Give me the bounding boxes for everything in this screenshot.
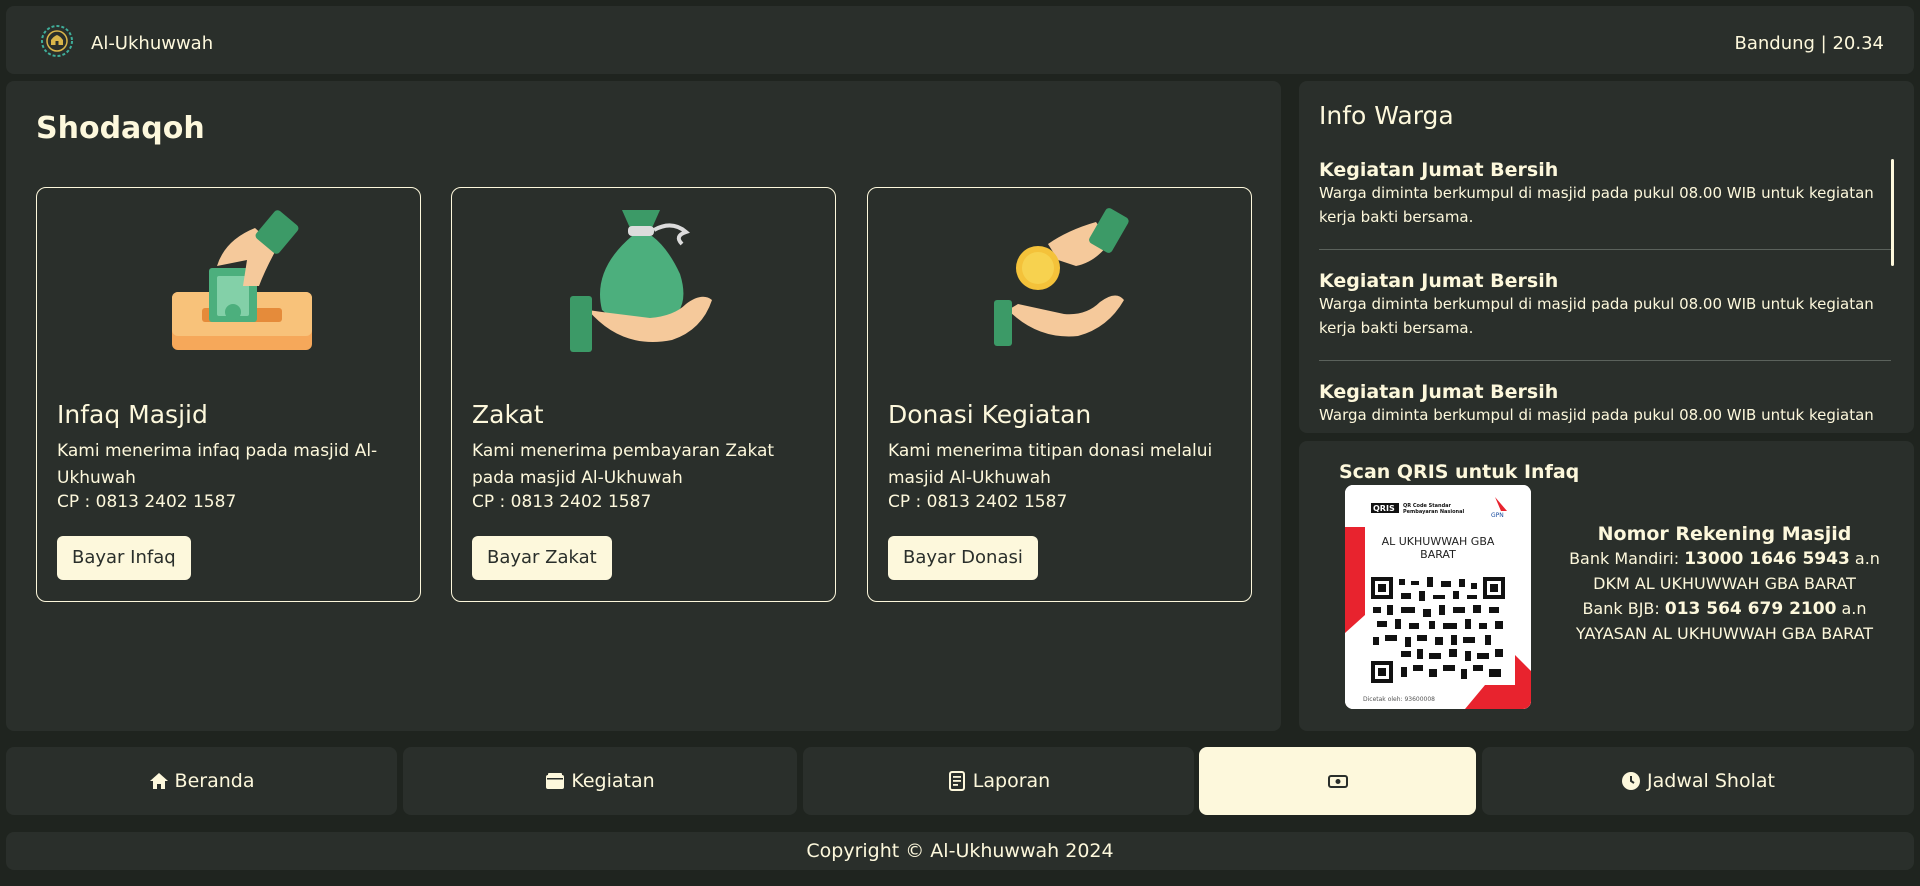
zakat-card: Zakat Kami menerima pembayaran Zakat pad… — [451, 187, 836, 602]
hand-box-money-icon — [172, 210, 312, 350]
donasi-card: Donasi Kegiatan Kami menerima titipan do… — [867, 187, 1252, 602]
nav-shodaqoh[interactable] — [1199, 747, 1476, 815]
money-icon — [1327, 775, 1348, 788]
news-list[interactable]: Kegiatan Jumat Bersih Warga diminta berk… — [1319, 159, 1891, 429]
news-item: Kegiatan Jumat Bersih Warga diminta berk… — [1319, 270, 1891, 361]
info-warga-panel: Info Warga Kegiatan Jumat Bersih Warga d… — [1299, 81, 1914, 433]
top-bar: Al-Ukhuwwah Bandung | 20.34 — [6, 6, 1914, 74]
section-title: Shodaqoh — [36, 111, 205, 146]
bayar-zakat-button[interactable]: Bayar Zakat — [472, 536, 612, 580]
qris-label: Scan QRIS untuk Infaq — [1339, 461, 1580, 483]
news-title: Kegiatan Jumat Bersih — [1319, 381, 1559, 403]
svg-text:Dicetak oleh: 93600008: Dicetak oleh: 93600008 — [1363, 696, 1435, 703]
bjb-account-name: YAYASAN AL UKHUWWAH GBA BARAT — [1575, 624, 1874, 643]
nav-label: Laporan — [972, 770, 1051, 792]
svg-text:BARAT: BARAT — [1420, 548, 1456, 561]
report-icon — [948, 771, 965, 791]
info-title: Info Warga — [1319, 101, 1454, 130]
card-title: Zakat — [472, 400, 544, 429]
svg-text:AL UKHUWWAH GBA: AL UKHUWWAH GBA — [1382, 535, 1495, 548]
news-item: Kegiatan Jumat Bersih Warga diminta berk… — [1319, 381, 1891, 429]
news-title: Kegiatan Jumat Bersih — [1319, 270, 1559, 292]
mandiri-account-name: DKM AL UKHUWWAH GBA BARAT — [1593, 574, 1856, 593]
card-description: Kami menerima titipan donasi melalui mas… — [888, 441, 1213, 488]
news-description: Warga diminta berkumpul di masjid pada p… — [1319, 295, 1874, 337]
card-contact: CP : 0813 2402 1587 — [472, 492, 652, 512]
brand-name[interactable]: Al-Ukhuwwah — [91, 33, 213, 54]
nav-label: Kegiatan — [571, 770, 655, 792]
shodaqoh-section: Shodaqoh Infaq Masjid Kami menerima infa… — [6, 81, 1281, 731]
card-description: Kami menerima pembayaran Zakat pada masj… — [472, 441, 775, 488]
bjb-account: Bank BJB: 013 564 679 2100 a.n — [1582, 599, 1867, 619]
payment-panel: Scan QRIS untuk Infaq QRIS QR Code Stand… — [1299, 441, 1914, 731]
news-description: Warga diminta berkumpul di masjid pada p… — [1319, 184, 1874, 226]
bayar-donasi-button[interactable]: Bayar Donasi — [888, 536, 1038, 580]
news-title: Kegiatan Jumat Bersih — [1319, 159, 1559, 181]
mandiri-account: Bank Mandiri: 13000 1646 5943 a.n — [1569, 549, 1880, 569]
card-contact: CP : 0813 2402 1587 — [888, 492, 1068, 512]
nav-label: Jadwal Sholat — [1647, 770, 1775, 792]
scrollbar[interactable] — [1891, 159, 1894, 266]
nav-jadwal-sholat[interactable]: Jadwal Sholat — [1482, 747, 1914, 815]
bayar-infaq-button[interactable]: Bayar Infaq — [57, 536, 191, 580]
copyright-text: Copyright © Al-Ukhuwwah 2024 — [806, 840, 1114, 862]
nav-kegiatan[interactable]: Kegiatan — [403, 747, 797, 815]
location-time: Bandung | 20.34 — [1734, 33, 1885, 54]
card-contact: CP : 0813 2402 1587 — [57, 492, 237, 512]
hand-money-bag-icon — [570, 210, 712, 352]
card-title: Donasi Kegiatan — [888, 400, 1092, 429]
nav-label: Beranda — [174, 770, 255, 792]
svg-text:GPN: GPN — [1491, 512, 1504, 519]
qris-code-image: QRIS QR Code Standar Pembayaran Nasional… — [1345, 485, 1531, 709]
nav-beranda[interactable]: Beranda — [6, 747, 397, 815]
rekening-title: Nomor Rekening Masjid — [1597, 523, 1852, 545]
wallet-icon — [546, 773, 565, 789]
card-title: Infaq Masjid — [57, 400, 208, 429]
hand-coin-icon — [994, 208, 1129, 346]
infaq-card: Infaq Masjid Kami menerima infaq pada ma… — [36, 187, 421, 602]
svg-text:QRIS: QRIS — [1373, 504, 1395, 513]
card-description: Kami menerima infaq pada masjid Al-Ukhuw… — [57, 441, 378, 488]
news-item: Kegiatan Jumat Bersih Warga diminta berk… — [1319, 159, 1891, 250]
nav-laporan[interactable]: Laporan — [803, 747, 1194, 815]
clock-icon — [1622, 772, 1641, 790]
news-description: Warga diminta berkumpul di masjid pada p… — [1319, 406, 1874, 424]
svg-text:Pembayaran Nasional: Pembayaran Nasional — [1403, 509, 1464, 515]
footer: Copyright © Al-Ukhuwwah 2024 — [6, 832, 1914, 870]
mosque-logo-icon — [41, 25, 73, 57]
home-icon — [149, 773, 168, 789]
